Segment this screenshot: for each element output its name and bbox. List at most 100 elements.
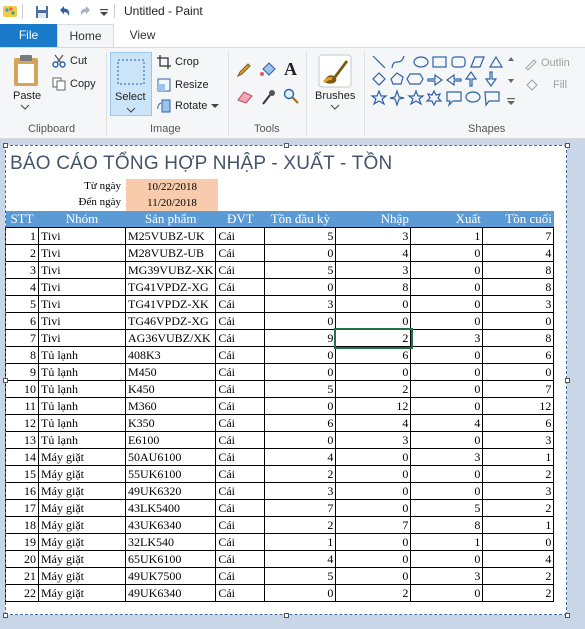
cell-unit[interactable]: Cái xyxy=(215,295,266,313)
cell-import[interactable]: 2 xyxy=(333,327,413,349)
cell-product[interactable]: 49UK7500 xyxy=(124,567,217,585)
cell-group[interactable]: Tủ lạnh xyxy=(38,431,126,449)
magnifier-icon[interactable] xyxy=(283,88,299,104)
cell-product[interactable]: AG36VUBZ/XK xyxy=(124,329,217,347)
cell-product[interactable]: 49UK6340 xyxy=(124,584,217,602)
cell-closing-stock[interactable]: 3 xyxy=(482,431,555,449)
cell-closing-stock[interactable]: 2 xyxy=(482,499,555,517)
cell-closing-stock[interactable]: 4 xyxy=(482,244,555,262)
cell-import[interactable]: 0 xyxy=(335,550,412,568)
cell-import[interactable]: 0 xyxy=(335,295,412,313)
cell-group[interactable]: Tủ lạnh xyxy=(38,397,126,415)
cell-export[interactable]: 0 xyxy=(410,584,484,602)
cell-export[interactable]: 1 xyxy=(410,227,484,245)
copy-button[interactable]: Copy xyxy=(70,78,96,90)
cell-product[interactable]: M450 xyxy=(124,363,217,381)
cell-unit[interactable]: Cái xyxy=(215,414,266,432)
cell-stt[interactable]: 3 xyxy=(5,261,39,279)
text-tool-icon[interactable]: A xyxy=(284,59,297,80)
cell-closing-stock[interactable]: 0 xyxy=(482,363,555,381)
resize-handle[interactable] xyxy=(565,613,570,618)
cell-stt[interactable]: 8 xyxy=(5,346,39,364)
cell-group[interactable]: Tivi xyxy=(38,244,126,262)
rotate-icon[interactable] xyxy=(157,99,171,113)
cell-product[interactable]: E6100 xyxy=(124,431,217,449)
cell-product[interactable]: 408K3 xyxy=(124,346,217,364)
cell-unit[interactable]: Cái xyxy=(215,465,266,483)
cell-closing-stock[interactable]: 7 xyxy=(482,227,555,245)
cell-group[interactable]: Máy giặt xyxy=(38,550,126,568)
cell-closing-stock[interactable]: 2 xyxy=(482,465,555,483)
cell-opening-stock[interactable]: 9 xyxy=(264,329,337,347)
cell-export[interactable]: 3 xyxy=(410,329,484,347)
cell-group[interactable]: Tivi xyxy=(38,227,126,245)
cell-export[interactable]: 0 xyxy=(410,431,484,449)
cell-opening-stock[interactable]: 2 xyxy=(264,465,337,483)
cell-export[interactable]: 0 xyxy=(410,380,484,398)
cell-closing-stock[interactable]: 7 xyxy=(482,380,555,398)
cell-closing-stock[interactable]: 6 xyxy=(482,346,555,364)
shapes-gallery[interactable] xyxy=(370,53,516,113)
cell-import[interactable]: 3 xyxy=(335,261,412,279)
cell-opening-stock[interactable]: 1 xyxy=(264,533,337,551)
chevron-down-icon[interactable] xyxy=(330,104,340,110)
tab-view[interactable]: View xyxy=(114,24,171,47)
cell-stt[interactable]: 14 xyxy=(5,448,39,466)
cell-import[interactable]: 4 xyxy=(335,414,412,432)
outline-button[interactable]: Outlin xyxy=(541,57,570,69)
cell-closing-stock[interactable]: 8 xyxy=(482,278,555,296)
cell-product[interactable]: 49UK6320 xyxy=(124,482,217,500)
paste-button[interactable]: Paste xyxy=(13,90,41,102)
paste-icon[interactable] xyxy=(12,54,42,88)
cell-export[interactable]: 0 xyxy=(410,363,484,381)
cell-export[interactable]: 0 xyxy=(410,261,484,279)
cell-export[interactable]: 1 xyxy=(410,533,484,551)
cell-export[interactable]: 3 xyxy=(410,448,484,466)
cell-export[interactable]: 0 xyxy=(410,482,484,500)
cell-closing-stock[interactable]: 8 xyxy=(482,261,555,279)
cell-stt[interactable]: 11 xyxy=(5,397,39,415)
cell-opening-stock[interactable]: 4 xyxy=(264,448,337,466)
cell-stt[interactable]: 9 xyxy=(5,363,39,381)
cell-unit[interactable]: Cái xyxy=(215,329,266,347)
paint-app-icon[interactable] xyxy=(2,4,18,20)
canvas[interactable]: BÁO CÁO TỔNG HỢP NHẬP - XUẤT - TỒN Từ ng… xyxy=(5,145,567,615)
cell-stt[interactable]: 6 xyxy=(5,312,39,330)
cell-unit[interactable]: Cái xyxy=(215,261,266,279)
fill-bucket-icon[interactable] xyxy=(259,61,277,79)
cell-opening-stock[interactable]: 0 xyxy=(264,584,337,602)
cell-closing-stock[interactable]: 1 xyxy=(482,516,555,534)
cell-product[interactable]: M25VUBZ-UK xyxy=(124,227,217,245)
cell-opening-stock[interactable]: 6 xyxy=(264,414,337,432)
cell-unit[interactable]: Cái xyxy=(215,533,266,551)
resize-handle[interactable] xyxy=(3,143,8,148)
resize-handle[interactable] xyxy=(565,143,570,148)
cell-import[interactable]: 0 xyxy=(335,482,412,500)
cell-stt[interactable]: 13 xyxy=(5,431,39,449)
cell-import[interactable]: 7 xyxy=(335,516,412,534)
cell-export[interactable]: 0 xyxy=(410,295,484,313)
cell-stt[interactable]: 12 xyxy=(5,414,39,432)
cell-group[interactable]: Máy giặt xyxy=(38,482,126,500)
cell-group[interactable]: Máy giặt xyxy=(38,465,126,483)
cell-unit[interactable]: Cái xyxy=(215,499,266,517)
cell-unit[interactable]: Cái xyxy=(215,227,266,245)
cell-closing-stock[interactable]: 0 xyxy=(482,533,555,551)
cell-export[interactable]: 8 xyxy=(410,516,484,534)
cell-unit[interactable]: Cái xyxy=(215,363,266,381)
cell-import[interactable]: 3 xyxy=(335,431,412,449)
cell-stt[interactable]: 17 xyxy=(5,499,39,517)
chevron-down-icon[interactable] xyxy=(20,104,30,110)
cell-unit[interactable]: Cái xyxy=(215,516,266,534)
canvas-area[interactable]: BÁO CÁO TỔNG HỢP NHẬP - XUẤT - TỒN Từ ng… xyxy=(0,139,585,629)
cut-button[interactable]: Cut xyxy=(70,55,87,67)
cell-product[interactable]: 50AU6100 xyxy=(124,448,217,466)
cell-product[interactable]: 32LK540 xyxy=(124,533,217,551)
cell-unit[interactable]: Cái xyxy=(215,278,266,296)
cell-product[interactable]: TG41VPDZ-XG xyxy=(124,278,217,296)
resize-handle[interactable] xyxy=(3,378,8,383)
cell-closing-stock[interactable]: 2 xyxy=(482,567,555,585)
cell-product[interactable]: TG41VPDZ-XK xyxy=(124,295,217,313)
cell-export[interactable]: 0 xyxy=(410,550,484,568)
cell-opening-stock[interactable]: 5 xyxy=(264,380,337,398)
